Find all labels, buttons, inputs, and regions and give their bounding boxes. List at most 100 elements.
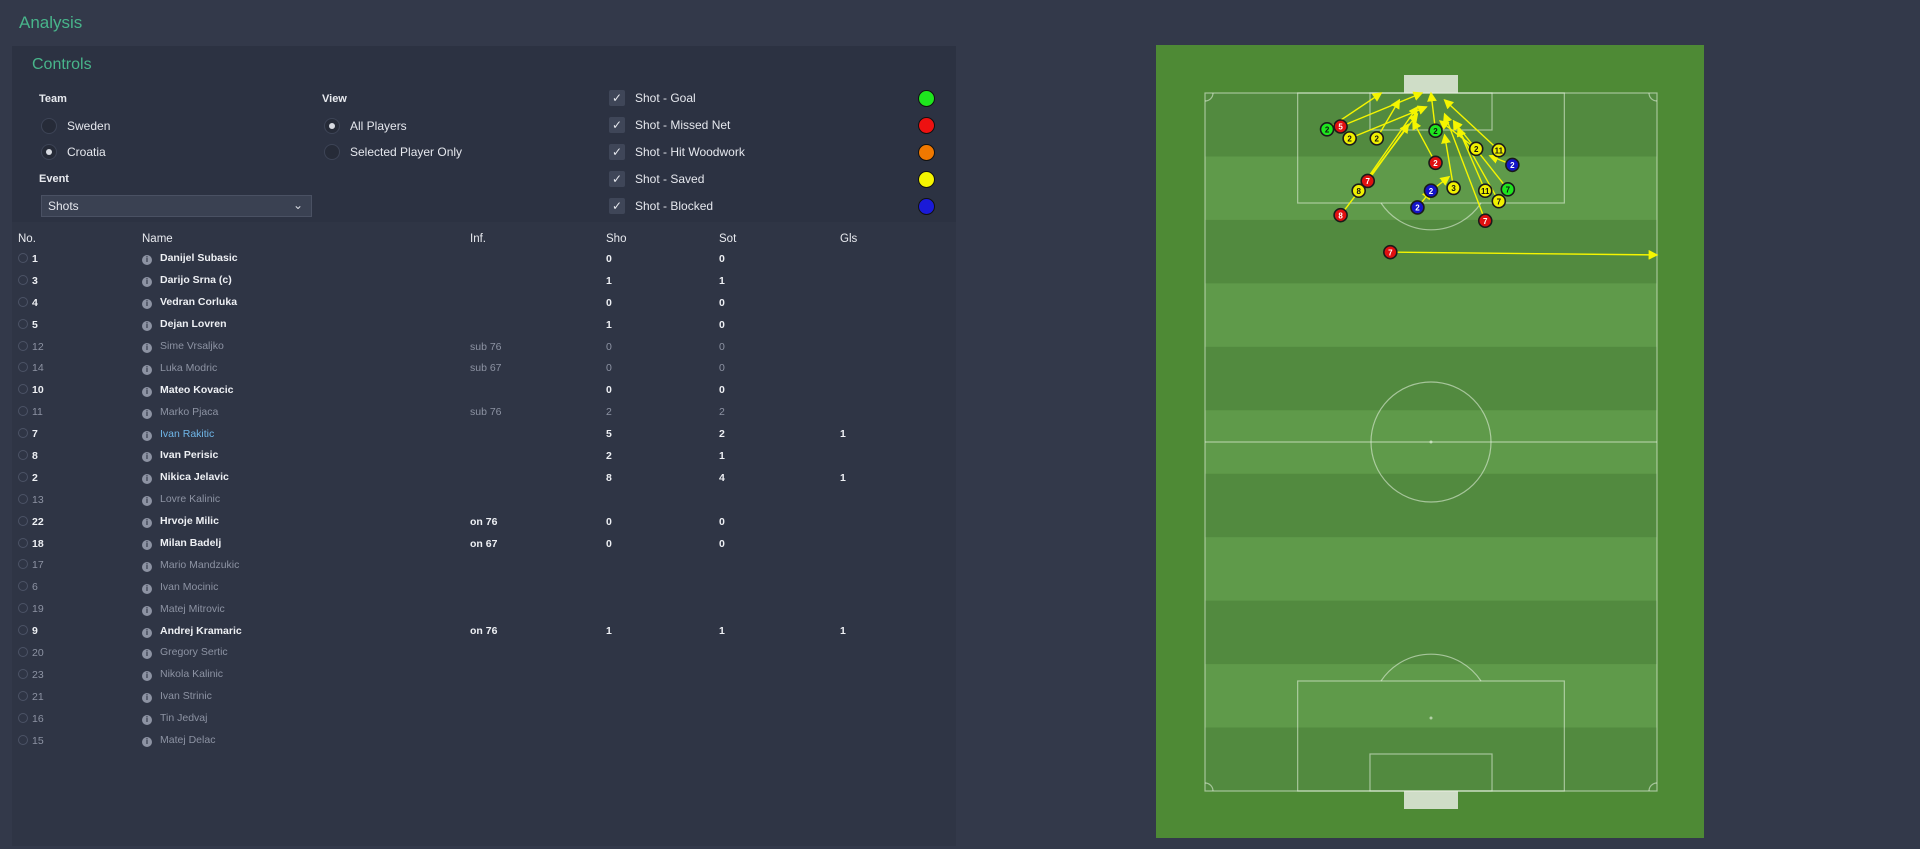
cell-name[interactable]: i Ivan Perisic [142,445,470,467]
info-icon[interactable]: i [142,627,152,638]
info-icon[interactable]: i [142,430,152,441]
cell-name[interactable]: i Ivan Rakitic [142,423,470,445]
table-row[interactable]: 10 i Mateo Kovacic 0 0 [18,379,954,401]
info-icon[interactable]: i [142,299,152,310]
table-row[interactable]: 15 i Matej Delac [18,730,954,752]
info-icon[interactable]: i [142,605,152,616]
select-row-icon[interactable] [18,493,28,504]
table-row[interactable]: 8 i Ivan Perisic 2 1 [18,445,954,467]
col-header-sot[interactable]: Sot [719,230,840,248]
team-option-sweden[interactable]: Sweden [41,118,110,134]
cell-name[interactable]: i Vedran Corluka [142,292,470,314]
select-row-icon[interactable] [18,384,28,395]
cell-name[interactable]: i Nikica Jelavic [142,467,470,489]
table-row[interactable]: 5 i Dejan Lovren 1 0 [18,314,954,336]
info-icon[interactable]: i [142,583,152,594]
table-row[interactable]: 16 i Tin Jedvaj [18,708,954,730]
info-icon[interactable]: i [142,321,152,332]
info-icon[interactable]: i [142,671,152,682]
info-icon[interactable]: i [142,408,152,419]
legend-toggle-0[interactable]: ✓ Shot - Goal [609,90,696,106]
select-row-icon[interactable] [18,449,28,460]
table-row[interactable]: 13 i Lovre Kalinic [18,489,954,511]
cell-name[interactable]: i Luka Modric [142,357,470,379]
col-header-no[interactable]: No. [18,230,142,248]
info-icon[interactable]: i [142,737,152,748]
team-option-croatia[interactable]: Croatia [41,144,106,160]
info-icon[interactable]: i [142,561,152,572]
cell-name[interactable]: i Mateo Kovacic [142,379,470,401]
cell-name[interactable]: i Ivan Strinic [142,686,470,708]
table-row[interactable]: 3 i Darijo Srna (c) 1 1 [18,270,954,292]
select-row-icon[interactable] [18,690,28,701]
info-icon[interactable]: i [142,277,152,288]
select-row-icon[interactable] [18,362,28,373]
select-row-icon[interactable] [18,515,28,526]
col-header-inf[interactable]: Inf. [470,230,606,248]
table-row[interactable]: 14 i Luka Modric sub 67 0 0 [18,357,954,379]
select-row-icon[interactable] [18,296,28,307]
legend-toggle-1[interactable]: ✓ Shot - Missed Net [609,117,730,133]
table-row[interactable]: 22 i Hrvoje Milic on 76 0 0 [18,511,954,533]
info-icon[interactable]: i [142,452,152,463]
table-row[interactable]: 2 i Nikica Jelavic 8 4 1 [18,467,954,489]
select-row-icon[interactable] [18,318,28,329]
select-row-icon[interactable] [18,471,28,482]
select-row-icon[interactable] [18,603,28,614]
info-icon[interactable]: i [142,693,152,704]
select-row-icon[interactable] [18,537,28,548]
select-row-icon[interactable] [18,274,28,285]
cell-name[interactable]: i Milan Badelj [142,533,470,555]
info-icon[interactable]: i [142,364,152,375]
info-icon[interactable]: i [142,540,152,551]
table-row[interactable]: 12 i Sime Vrsaljko sub 76 0 0 [18,336,954,358]
info-icon[interactable]: i [142,255,152,266]
info-icon[interactable]: i [142,386,152,397]
cell-name[interactable]: i Darijo Srna (c) [142,270,470,292]
table-row[interactable]: 23 i Nikola Kalinic [18,664,954,686]
cell-name[interactable]: i Matej Delac [142,730,470,752]
table-row[interactable]: 18 i Milan Badelj on 67 0 0 [18,533,954,555]
info-icon[interactable]: i [142,496,152,507]
table-row[interactable]: 4 i Vedran Corluka 0 0 [18,292,954,314]
table-row[interactable]: 19 i Matej Mitrovic [18,598,954,620]
select-row-icon[interactable] [18,712,28,723]
table-row[interactable]: 6 i Ivan Mocinic [18,576,954,598]
legend-toggle-2[interactable]: ✓ Shot - Hit Woodwork [609,144,745,160]
select-row-icon[interactable] [18,559,28,570]
select-row-icon[interactable] [18,406,28,417]
cell-name[interactable]: i Nikola Kalinic [142,664,470,686]
cell-name[interactable]: i Danijel Subasic [142,248,470,270]
select-row-icon[interactable] [18,252,28,263]
cell-name[interactable]: i Lovre Kalinic [142,489,470,511]
select-row-icon[interactable] [18,625,28,636]
select-row-icon[interactable] [18,340,28,351]
info-icon[interactable]: i [142,474,152,485]
info-icon[interactable]: i [142,518,152,529]
table-row[interactable]: 7 i Ivan Rakitic 5 2 1 [18,423,954,445]
legend-toggle-3[interactable]: ✓ Shot - Saved [609,171,704,187]
cell-name[interactable]: i Gregory Sertic [142,642,470,664]
cell-name[interactable]: i Matej Mitrovic [142,598,470,620]
col-header-name[interactable]: Name [142,230,470,248]
cell-name[interactable]: i Marko Pjaca [142,401,470,423]
table-row[interactable]: 20 i Gregory Sertic [18,642,954,664]
select-row-icon[interactable] [18,581,28,592]
select-row-icon[interactable] [18,734,28,745]
view-option-all-players[interactable]: All Players [324,118,407,134]
table-row[interactable]: 21 i Ivan Strinic [18,686,954,708]
select-row-icon[interactable] [18,668,28,679]
cell-name[interactable]: i Mario Mandzukic [142,554,470,576]
cell-name[interactable]: i Dejan Lovren [142,314,470,336]
event-select[interactable]: Shots ⌄ [41,195,312,217]
table-row[interactable]: 9 i Andrej Kramaric on 76 1 1 1 [18,620,954,642]
view-option-selected-player[interactable]: Selected Player Only [324,144,462,160]
cell-name[interactable]: i Andrej Kramaric [142,620,470,642]
info-icon[interactable]: i [142,649,152,660]
col-header-gls[interactable]: Gls [840,230,954,248]
table-row[interactable]: 11 i Marko Pjaca sub 76 2 2 [18,401,954,423]
select-row-icon[interactable] [18,428,28,439]
col-header-sho[interactable]: Sho [606,230,719,248]
cell-name[interactable]: i Hrvoje Milic [142,511,470,533]
table-row[interactable]: 1 i Danijel Subasic 0 0 [18,248,954,270]
